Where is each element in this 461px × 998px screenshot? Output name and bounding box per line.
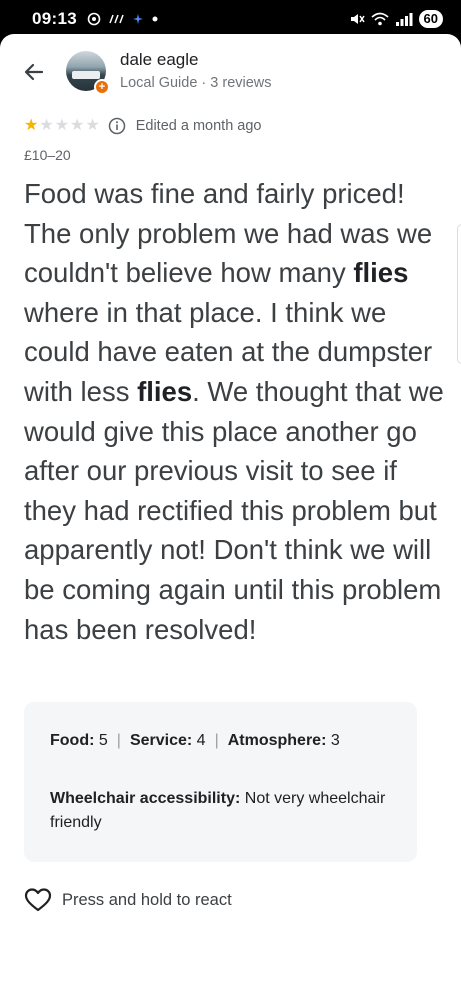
- signal-icon: [395, 13, 413, 26]
- react-label: Press and hold to react: [62, 890, 232, 909]
- food-label: Food:: [50, 732, 95, 749]
- mute-icon: [350, 14, 365, 24]
- info-icon[interactable]: [108, 117, 126, 135]
- scroll-indicator[interactable]: [457, 224, 461, 364]
- status-left-icons: [87, 12, 159, 26]
- review-highlight: flies: [137, 375, 193, 407]
- service-value: 4: [196, 732, 206, 749]
- separator: |: [214, 732, 219, 749]
- local-guide-badge-icon: +: [94, 79, 110, 95]
- separator: |: [116, 732, 121, 749]
- star-rating: ★ ★ ★ ★ ★: [24, 118, 100, 134]
- edited-label: Edited a month ago: [135, 118, 262, 134]
- wheelchair-label: Wheelchair accessibility:: [50, 790, 241, 807]
- star-empty-icon: ★: [70, 117, 85, 134]
- star-filled-icon: ★: [24, 117, 39, 134]
- user-name[interactable]: dale eagle: [120, 50, 198, 70]
- back-arrow-icon[interactable]: [22, 60, 46, 84]
- battery-indicator: 60: [418, 10, 443, 28]
- star-empty-icon: ★: [54, 117, 70, 134]
- review-text: Food was fine and fairly priced! The onl…: [24, 174, 444, 649]
- service-label: Service:: [129, 732, 193, 749]
- wheelchair-accessibility: Wheelchair accessibility: Not very wheel…: [50, 787, 390, 835]
- status-bar: 09:13 60: [0, 0, 461, 38]
- notification-dot-icon: [152, 16, 158, 22]
- review-attributes-card: Food: 5 | Service: 4 | Atmosphere: 3 Whe…: [24, 702, 417, 862]
- user-meta: Local Guide · 3 reviews: [120, 75, 272, 91]
- star-empty-icon: ★: [85, 117, 100, 134]
- review-segment: . We thought that we would give this pla…: [24, 375, 444, 645]
- atmosphere-label: Atmosphere:: [227, 732, 327, 749]
- wifi-icon: [371, 12, 389, 26]
- atmosphere-value: 3: [330, 732, 340, 749]
- review-detail-sheet: + dale eagle Local Guide · 3 reviews ★ ★ ★…: [0, 34, 461, 998]
- rating-row: ★ ★ ★ ★ ★ Edited a month ago: [24, 116, 261, 136]
- star-empty-icon: ★: [39, 117, 54, 134]
- sparkle-icon: [132, 14, 143, 24]
- status-right: 60: [349, 10, 443, 28]
- heart-icon: [24, 888, 52, 912]
- review-header: + dale eagle Local Guide · 3 reviews: [0, 34, 461, 114]
- food-value: 5: [98, 732, 108, 749]
- wifi-calling-icon: [109, 14, 124, 24]
- avatar[interactable]: +: [66, 51, 110, 95]
- price-range: £10–20: [24, 147, 71, 163]
- location-icon: [87, 12, 101, 26]
- review-highlight: flies: [353, 257, 409, 289]
- status-time: 09:13: [32, 9, 77, 28]
- ratings-breakdown: Food: 5 | Service: 4 | Atmosphere: 3: [50, 732, 340, 750]
- react-button[interactable]: Press and hold to react: [24, 887, 232, 913]
